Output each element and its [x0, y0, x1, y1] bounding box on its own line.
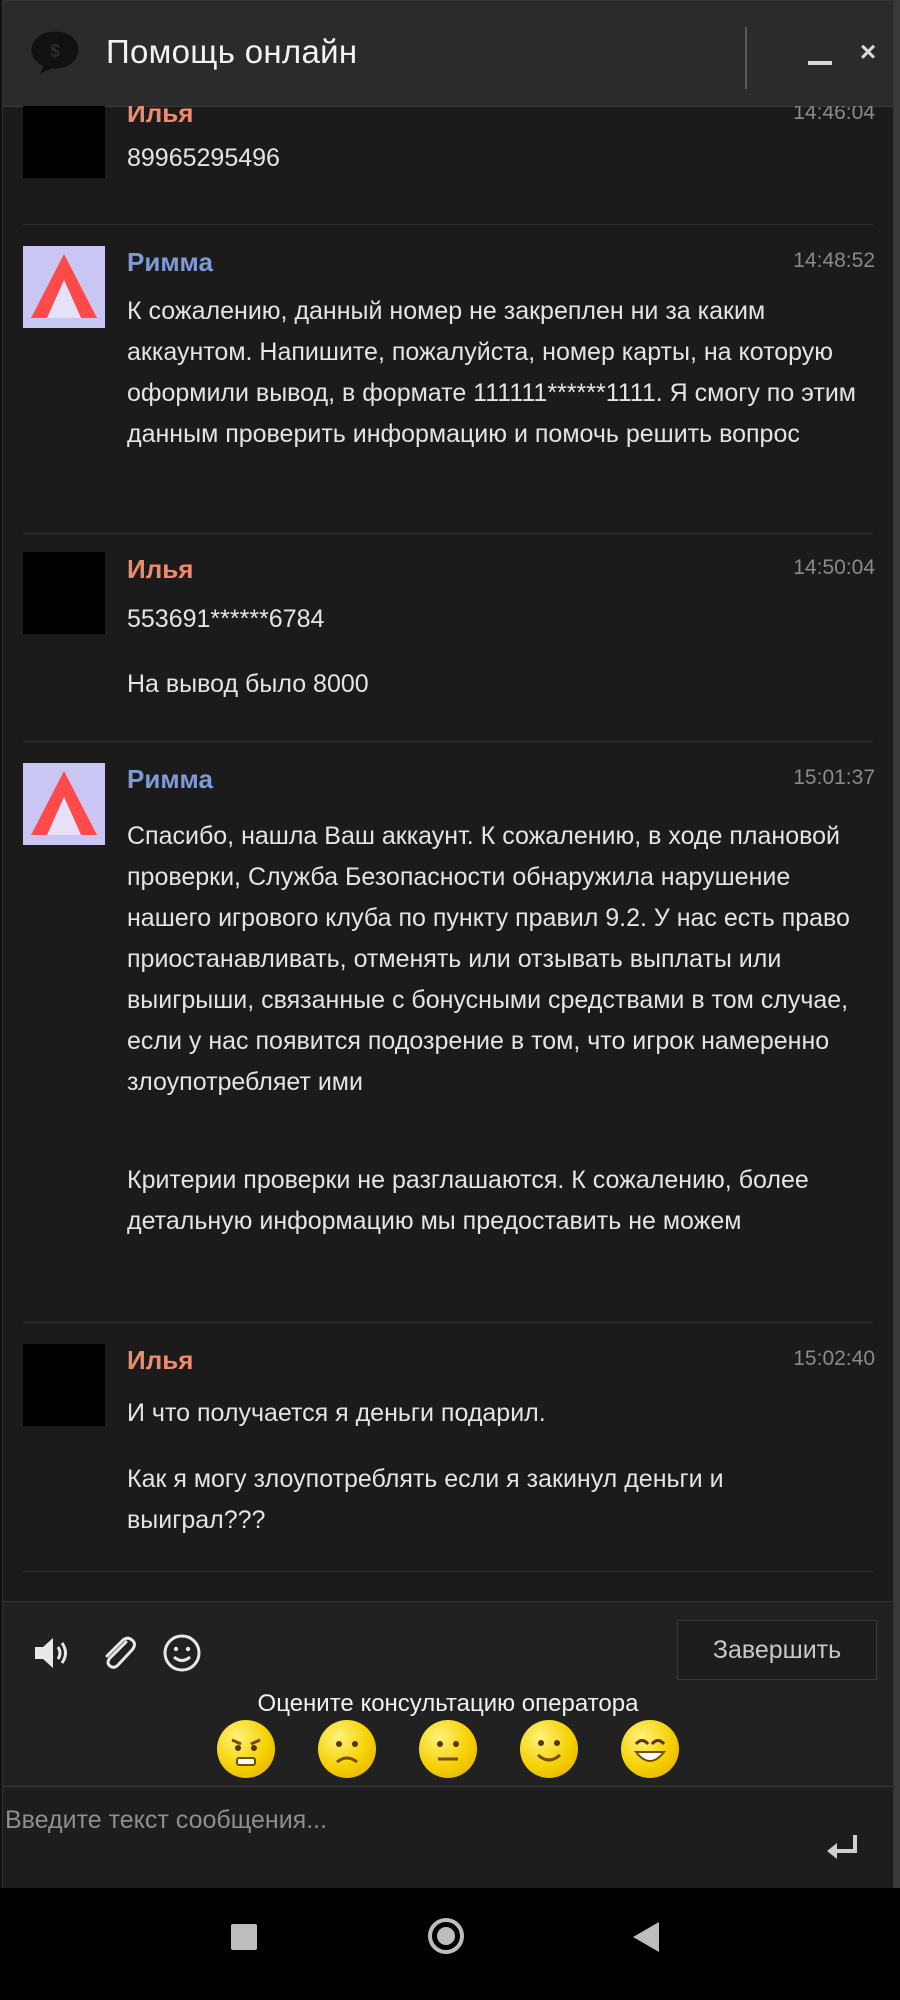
- message-input-area: [3, 1786, 893, 1890]
- message-time: 14:48:52: [793, 249, 875, 272]
- message-author: Римма: [127, 247, 213, 277]
- message-time: 15:01:37: [793, 766, 875, 789]
- message-item: Римма 15:01:37 Спасибо, нашла Ваш аккаун…: [3, 742, 893, 1323]
- chat-toolbar: Завершить Оцените консультацию оператора: [3, 1601, 893, 1787]
- smiley-icon[interactable]: [161, 1632, 203, 1674]
- square-icon[interactable]: [231, 1924, 257, 1950]
- paperclip-icon[interactable]: [98, 1632, 140, 1674]
- close-button[interactable]: ×: [853, 35, 883, 69]
- operator-avatar: [23, 246, 105, 328]
- message-divider: [23, 1571, 873, 1572]
- message-text: На вывод было 8000: [127, 670, 369, 698]
- message-time: 14:50:04: [793, 556, 875, 579]
- android-navbar: [0, 1888, 900, 2000]
- chat-header: $ Помощь онлайн ×: [3, 1, 893, 107]
- header-divider: [745, 27, 747, 89]
- enter-icon[interactable]: [825, 1833, 861, 1863]
- finish-button[interactable]: Завершить: [677, 1620, 877, 1680]
- message-input[interactable]: [3, 1795, 807, 1845]
- message-author: Илья: [127, 106, 194, 128]
- message-text: 553691******6784: [127, 605, 325, 633]
- window-title: Помощь онлайн: [106, 33, 358, 70]
- message-author: Илья: [127, 554, 194, 584]
- avatar: [23, 106, 105, 178]
- background-page-strip: [894, 0, 900, 1888]
- message-list: Илья 14:46:04 89965295496 Римма 14:48:52…: [3, 106, 893, 1601]
- message-text: Как я могу злоупотреблять если я закинул…: [127, 1465, 724, 1534]
- avatar: [23, 552, 105, 634]
- rating-happy-face-icon[interactable]: [520, 1720, 578, 1778]
- message-text: 89965295496: [127, 144, 280, 172]
- message-author: Илья: [127, 1345, 194, 1375]
- minimize-button[interactable]: [805, 41, 835, 71]
- rating-label: Оцените консультацию оператора: [257, 1690, 639, 1717]
- rating-angry-face-icon[interactable]: [217, 1720, 275, 1778]
- message-time: 14:46:04: [793, 106, 875, 124]
- message-text: И что получается я деньги подарил.: [127, 1399, 546, 1427]
- message-text: Критерии проверки не разглашаются. К сож…: [127, 1166, 809, 1235]
- rating-neutral-face-icon[interactable]: [419, 1720, 477, 1778]
- message-item: Илья 14:50:04 553691******6784 На вывод …: [3, 534, 893, 742]
- chat-dollar-icon: $: [31, 31, 79, 75]
- avatar: [23, 1344, 105, 1426]
- rating-row: [217, 1720, 697, 1780]
- rating-sad-face-icon[interactable]: [318, 1720, 376, 1778]
- operator-avatar: [23, 763, 105, 845]
- message-item: Римма 14:48:52 К сожалению, данный номер…: [3, 225, 893, 534]
- speaker-icon[interactable]: [31, 1632, 73, 1674]
- triangle-back-icon[interactable]: [633, 1922, 659, 1952]
- svg-text:$: $: [50, 41, 60, 61]
- chat-window: $ Помощь онлайн × Илья 14:46:04 89965295…: [2, 0, 894, 1890]
- message-item: Илья 15:02:40 И что получается я деньги …: [3, 1323, 893, 1572]
- rating-delighted-face-icon[interactable]: [621, 1720, 679, 1778]
- message-text: Спасибо, нашла Ваш аккаунт. К сожалению,…: [127, 822, 850, 1096]
- message-author: Римма: [127, 764, 213, 794]
- message-text: К сожалению, данный номер не закреплен н…: [127, 297, 856, 448]
- message-item: Илья 14:46:04 89965295496: [3, 106, 893, 225]
- message-time: 15:02:40: [793, 1347, 875, 1370]
- circle-icon[interactable]: [428, 1918, 464, 1954]
